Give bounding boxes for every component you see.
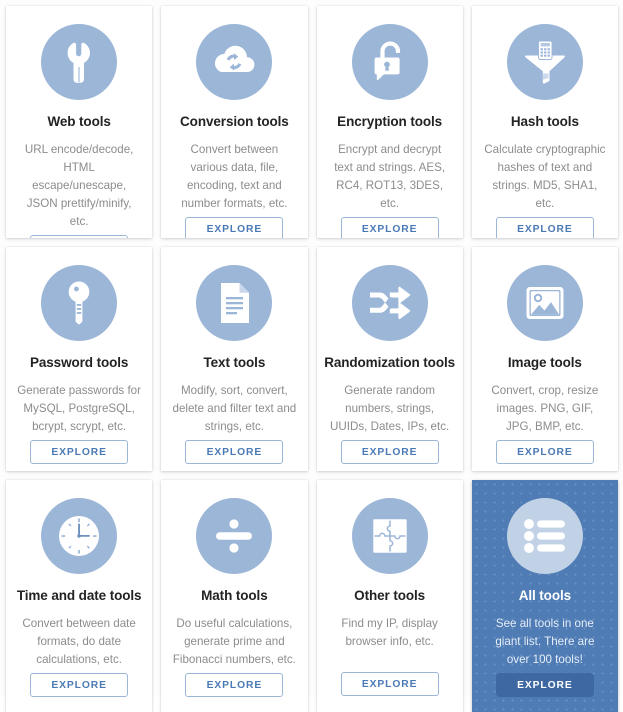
card-title: Time and date tools: [16, 588, 142, 603]
explore-button[interactable]: EXPLORE: [185, 217, 284, 238]
card-description: Calculate cryptographic hashes of text a…: [484, 143, 606, 211]
explore-button[interactable]: EXPLORE: [495, 440, 594, 465]
card-description: Convert, crop, resize images. PNG, GIF, …: [491, 384, 599, 434]
card-conversion-tools[interactable]: Conversion tools Convert between various …: [161, 6, 308, 238]
card-encryption-tools[interactable]: Encryption tools Encrypt and decrypt text…: [316, 6, 463, 238]
card-title: Math tools: [201, 588, 268, 603]
card-password-tools[interactable]: Password tools Generate passwords for MyS…: [6, 247, 153, 471]
explore-button[interactable]: EXPLORE: [185, 673, 284, 698]
document-icon: [196, 265, 273, 341]
card-time-and-date-tools[interactable]: Time and date tools Convert between date …: [6, 480, 153, 712]
card-image-tools[interactable]: Image tools Convert, crop, resize images.…: [471, 247, 618, 471]
card-title: Password tools: [29, 355, 129, 370]
funnel-calculator-icon: [506, 24, 583, 100]
list-icon: [506, 498, 583, 574]
explore-button[interactable]: EXPLORE: [30, 235, 129, 238]
explore-button[interactable]: EXPLORE: [340, 440, 439, 465]
card-description: Generate random numbers, strings, UUIDs,…: [330, 384, 450, 434]
explore-button[interactable]: EXPLORE: [185, 440, 284, 465]
shuffle-icon: [351, 265, 428, 341]
card-description: Do useful calculations, generate prime a…: [172, 617, 296, 667]
clock-icon: [41, 498, 118, 574]
picture-icon: [506, 265, 583, 341]
card-title: Conversion tools: [180, 114, 289, 129]
padlock-icon: [351, 24, 428, 100]
puzzle-icon: [351, 498, 428, 574]
card-description: Convert between various data, file, enco…: [181, 143, 288, 211]
card-title: Other tools: [354, 588, 426, 603]
explore-button[interactable]: EXPLORE: [30, 673, 129, 698]
wrench-icon: [41, 24, 118, 100]
card-hash-tools[interactable]: Hash tools Calculate cryptographic hashes…: [471, 6, 618, 238]
card-description: Find my IP, display browser info, etc.: [341, 617, 438, 649]
card-web-tools[interactable]: Web tools URL encode/decode, HTML escape/…: [6, 6, 153, 238]
card-description: Encrypt and decrypt text and strings. AE…: [334, 143, 446, 211]
tool-category-grid: Web tools URL encode/decode, HTML escape/…: [0, 0, 623, 712]
explore-button[interactable]: EXPLORE: [30, 440, 129, 465]
divide-icon: [196, 498, 273, 574]
card-title: Encryption tools: [337, 114, 443, 129]
card-randomization-tools[interactable]: Randomization tools Generate random numbe…: [316, 247, 463, 471]
explore-button[interactable]: EXPLORE: [340, 672, 439, 696]
card-other-tools[interactable]: Other tools Find my IP, display browser i…: [316, 480, 463, 712]
explore-button[interactable]: EXPLORE: [495, 673, 594, 698]
card-title: Web tools: [47, 114, 111, 129]
card-text-tools[interactable]: Text tools Modify, sort, convert, delete …: [161, 247, 308, 471]
card-description: Modify, sort, convert, delete and filter…: [172, 384, 297, 434]
card-math-tools[interactable]: Math tools Do useful calculations, genera…: [161, 480, 308, 712]
card-title: Randomization tools: [324, 355, 456, 370]
card-description: Convert between date formats, do date ca…: [22, 617, 136, 667]
card-title: Hash tools: [510, 114, 579, 129]
card-title: Image tools: [507, 355, 582, 370]
card-all-tools[interactable]: All tools See all tools in one giant list…: [471, 480, 618, 712]
cloud-sync-icon: [196, 24, 273, 100]
explore-button[interactable]: EXPLORE: [495, 217, 594, 238]
key-icon: [41, 265, 118, 341]
card-description: Generate passwords for MySQL, PostgreSQL…: [17, 384, 141, 434]
card-title: All tools: [518, 588, 572, 603]
explore-button[interactable]: EXPLORE: [340, 217, 439, 238]
card-description: URL encode/decode, HTML escape/unescape,…: [24, 143, 134, 229]
card-title: Text tools: [203, 355, 266, 370]
card-description: See all tools in one giant list. There a…: [495, 617, 595, 667]
